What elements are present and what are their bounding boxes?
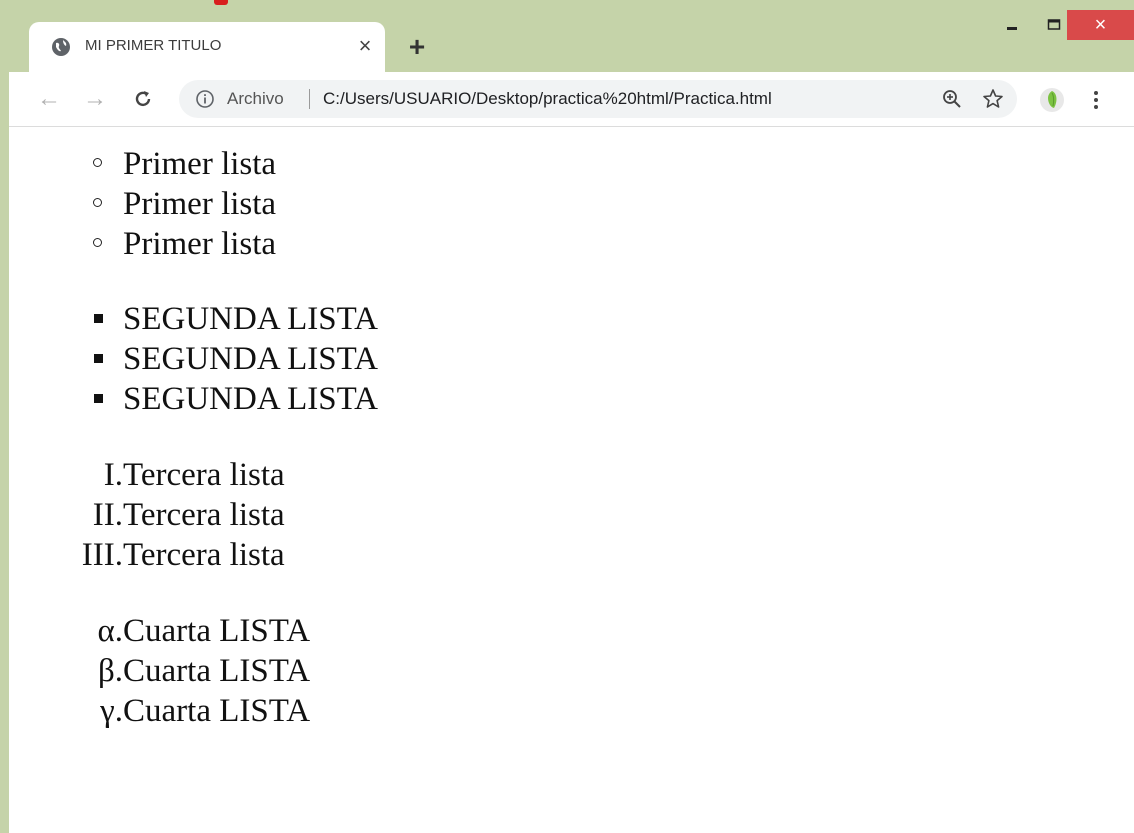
tab-strip: MI PRIMER TITULO × + × [9, 10, 1134, 72]
list-item-text: SEGUNDA LISTA [123, 341, 378, 377]
list-item-text: Cuarta LISTA [123, 613, 311, 649]
maximize-icon [1047, 19, 1061, 30]
url-text[interactable]: C:/Users/USUARIO/Desktop/practica%20html… [323, 89, 772, 109]
star-icon[interactable] [981, 87, 1005, 111]
page-viewport: Primer lista Primer lista Primer lista S… [9, 127, 1134, 833]
list-item-text: Primer lista [123, 226, 277, 262]
circle-bullet-icon [93, 198, 102, 207]
scheme-label: Archivo [227, 89, 284, 108]
list-ordinal: β. [97, 653, 123, 689]
square-bullet-icon [94, 354, 103, 363]
reload-button[interactable] [129, 85, 157, 113]
back-button[interactable]: ← [35, 85, 63, 113]
tab-title: MI PRIMER TITULO [85, 37, 222, 54]
list-ordinal: α. [97, 613, 123, 649]
list-item-text: Tercera lista [123, 537, 285, 573]
list-item: II. Tercera lista [9, 495, 1134, 535]
window-frame: MI PRIMER TITULO × + × ← → Archivo C:/Us… [0, 0, 1134, 833]
list-item-text: Cuarta LISTA [123, 653, 311, 689]
globe-icon [52, 38, 70, 56]
circle-bullet-icon [93, 158, 102, 167]
list-item: γ. Cuarta LISTA [9, 691, 1134, 731]
list-item-text: Tercera lista [123, 457, 285, 493]
list-item-text: Cuarta LISTA [123, 693, 311, 729]
kebab-menu-icon[interactable] [1091, 88, 1101, 112]
address-divider [309, 89, 310, 109]
list-item-text: SEGUNDA LISTA [123, 381, 378, 417]
list-item: I. Tercera lista [9, 455, 1134, 495]
minimize-button[interactable] [989, 10, 1035, 40]
reload-icon [135, 91, 151, 107]
address-bar[interactable]: Archivo C:/Users/USUARIO/Desktop/practic… [179, 80, 1017, 118]
list-ordinal: III. [81, 537, 123, 573]
tab-close-button[interactable]: × [352, 33, 378, 59]
info-icon[interactable] [195, 89, 215, 109]
browser-toolbar: ← → Archivo C:/Users/USUARIO/Desktop/pra… [9, 72, 1134, 127]
square-bullet-icon [94, 314, 103, 323]
list-item: α. Cuarta LISTA [9, 611, 1134, 651]
window-close-button[interactable]: × [1067, 10, 1134, 40]
minimize-icon [1007, 27, 1017, 30]
tab-active[interactable]: MI PRIMER TITULO × [29, 22, 385, 72]
forward-button[interactable]: → [81, 85, 109, 113]
list-ordinal: II. [92, 497, 123, 533]
decorative-red-mark [214, 0, 228, 5]
list-lower-greek: α. Cuarta LISTA β. Cuarta LISTA γ. Cuart… [9, 611, 1134, 731]
list-item: III. Tercera lista [9, 535, 1134, 575]
extension-icon[interactable] [1039, 87, 1065, 113]
new-tab-button[interactable]: + [402, 32, 432, 62]
list-item-text: Primer lista [123, 186, 277, 222]
circle-bullet-icon [93, 238, 102, 247]
list-item-text: Tercera lista [123, 497, 285, 533]
zoom-icon[interactable] [941, 88, 963, 110]
list-ordinal: γ. [100, 693, 123, 729]
list-item-text: Primer lista [123, 146, 277, 182]
list-ordinal: I. [103, 457, 123, 493]
browser-window: MI PRIMER TITULO × + × ← → Archivo C:/Us… [9, 10, 1134, 833]
list-item: β. Cuarta LISTA [9, 651, 1134, 691]
list-item-text: SEGUNDA LISTA [123, 301, 378, 337]
list-upper-roman: I. Tercera lista II. Tercera lista III. … [9, 455, 1134, 575]
square-bullet-icon [94, 394, 103, 403]
